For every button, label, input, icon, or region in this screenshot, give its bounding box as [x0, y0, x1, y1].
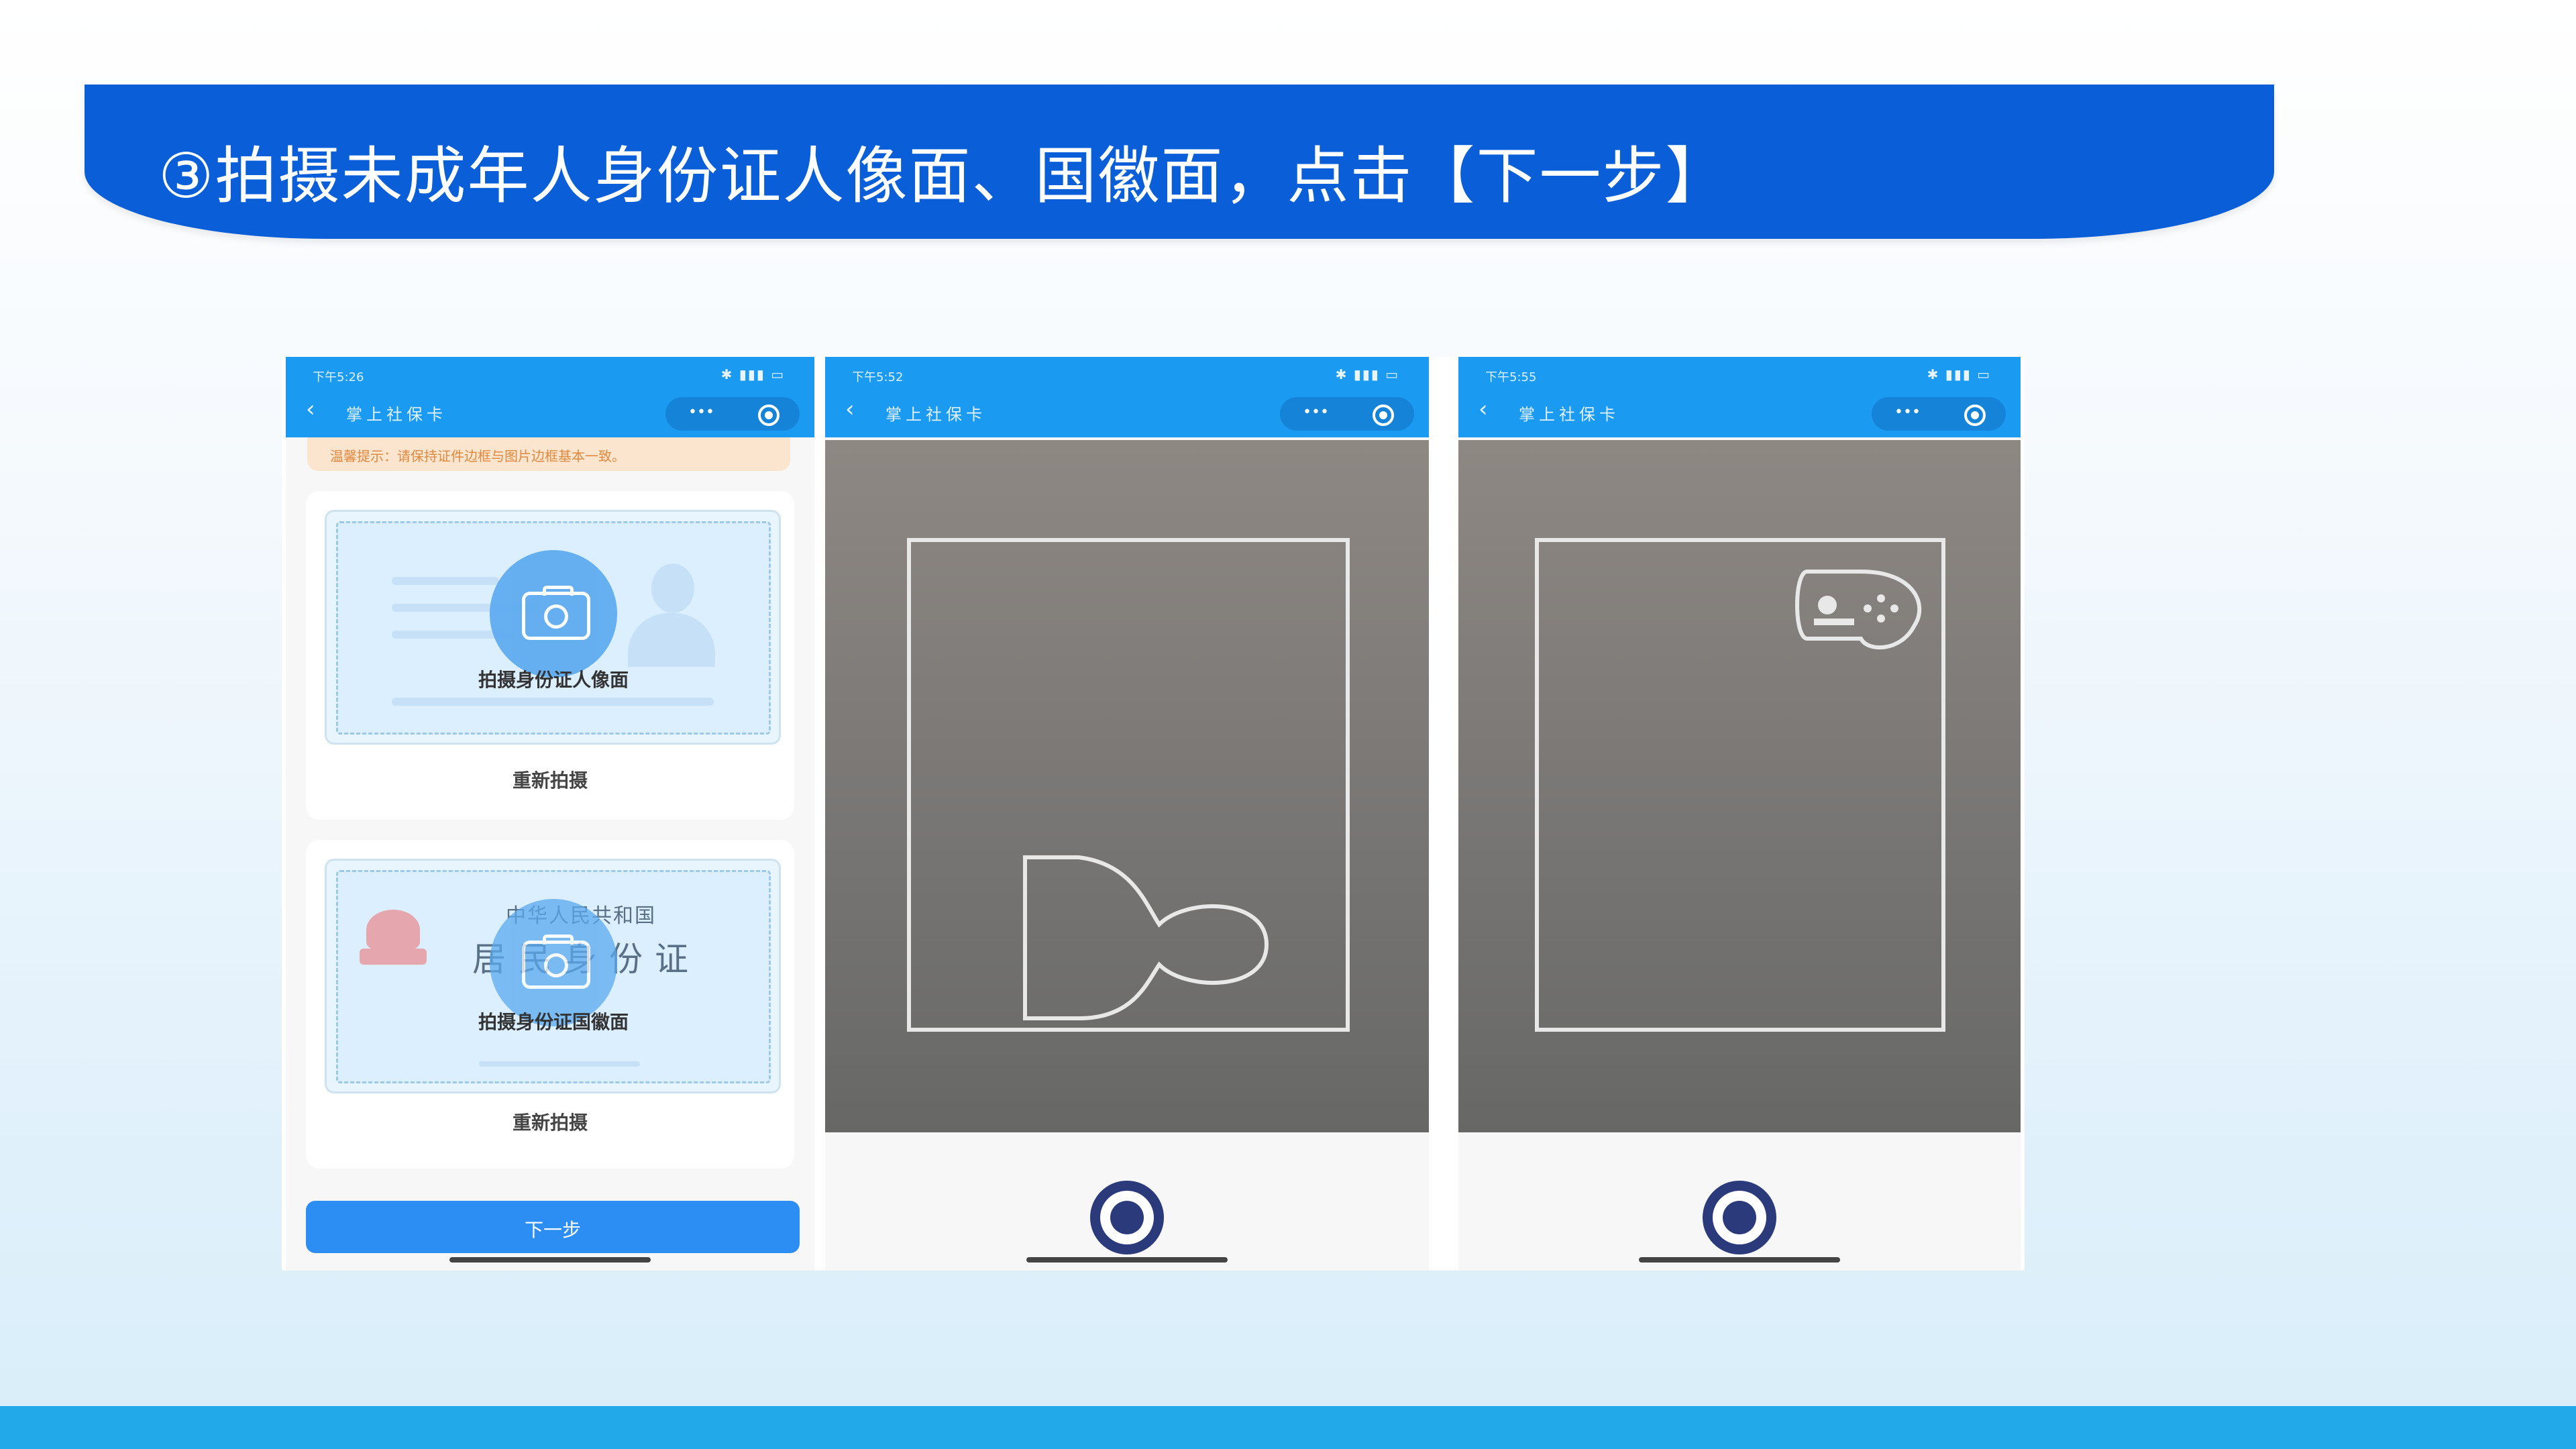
target-icon[interactable] — [1964, 405, 1986, 426]
emblem-caption: 拍摄身份证国徽面 — [478, 1011, 629, 1033]
portrait-caption: 拍摄身份证人像面 — [478, 669, 629, 691]
status-icons: ✱ ▮▮▮ ▭ — [1335, 366, 1399, 382]
mini-program-capsule[interactable]: ••• — [1872, 397, 2006, 431]
phone-screen-camera-portrait: 下午5:52 ✱ ▮▮▮ ▭ ‹ 掌上社保卡 ••• — [825, 357, 1429, 1271]
status-time: 下午5:52 — [852, 370, 904, 384]
tip-text: 温馨提示：请保持证件边框与图片边框基本一致。 — [330, 448, 625, 464]
mini-program-capsule[interactable]: ••• — [665, 397, 800, 431]
tip-banner: 温馨提示：请保持证件边框与图片边框基本一致。 — [307, 437, 790, 471]
nav-title: 掌上社保卡 — [1519, 405, 1619, 424]
more-icon[interactable]: ••• — [688, 404, 714, 421]
status-time: 下午5:26 — [313, 370, 364, 384]
person-outline-icon — [1023, 855, 1269, 1020]
status-icons: ✱ ▮▮▮ ▭ — [1927, 366, 1991, 382]
home-indicator — [449, 1257, 651, 1263]
person-head — [651, 564, 694, 613]
id-card-guide-frame — [1535, 538, 1945, 1032]
mini-program-capsule[interactable]: ••• — [1280, 397, 1414, 431]
portrait-upload-area[interactable]: 拍摄身份证人像面 — [325, 510, 781, 745]
nav-title: 掌上社保卡 — [885, 405, 986, 424]
status-bar: 下午5:55 ✱ ▮▮▮ ▭ ‹ 掌上社保卡 ••• — [1458, 357, 2021, 437]
emblem-placeholder: 中华人民共和国 居民身份证 拍摄身份证国徽面 — [336, 870, 771, 1083]
portrait-placeholder: 拍摄身份证人像面 — [336, 521, 771, 735]
camera-glyph — [522, 934, 590, 989]
camera-glyph — [522, 586, 590, 640]
placeholder-line — [479, 1061, 640, 1067]
phone-screen-upload-form: 下午5:26 ✱ ▮▮▮ ▭ ‹ 掌上社保卡 ••• 温馨提示：请保持证件边框与… — [286, 357, 814, 1271]
next-step-button[interactable]: 下一步 — [306, 1201, 800, 1253]
placeholder-line — [392, 698, 714, 706]
bottom-accent-bar — [0, 1406, 2576, 1449]
more-icon[interactable]: ••• — [1303, 404, 1329, 421]
emblem-top — [366, 910, 420, 950]
placeholder-line — [392, 577, 499, 585]
back-icon[interactable]: ‹ — [1479, 396, 1488, 423]
camera-viewfinder — [1458, 440, 2021, 1132]
emblem-card: 中华人民共和国 居民身份证 拍摄身份证国徽面 重新拍摄 — [306, 840, 794, 1169]
status-icons: ✱ ▮▮▮ ▭ — [720, 366, 785, 382]
camera-icon[interactable] — [490, 550, 617, 678]
back-icon[interactable]: ‹ — [845, 396, 855, 423]
camera-viewfinder — [825, 440, 1429, 1132]
nav-title: 掌上社保卡 — [346, 405, 447, 424]
back-icon[interactable]: ‹ — [306, 396, 315, 423]
status-bar: 下午5:52 ✱ ▮▮▮ ▭ ‹ 掌上社保卡 ••• — [825, 357, 1429, 437]
person-silhouette-icon — [628, 564, 715, 667]
portrait-card: 拍摄身份证人像面 重新拍摄 — [306, 491, 794, 820]
target-icon[interactable] — [758, 405, 780, 426]
emblem-base — [360, 949, 427, 965]
status-bar: 下午5:26 ✱ ▮▮▮ ▭ ‹ 掌上社保卡 ••• — [286, 357, 814, 437]
home-indicator — [1026, 1257, 1228, 1263]
shutter-button-icon[interactable] — [1703, 1181, 1776, 1254]
retake-portrait-button[interactable]: 重新拍摄 — [306, 766, 794, 793]
emblem-upload-area[interactable]: 中华人民共和国 居民身份证 拍摄身份证国徽面 — [325, 859, 781, 1093]
next-step-label: 下一步 — [524, 1219, 581, 1241]
more-icon[interactable]: ••• — [1894, 404, 1921, 421]
national-emblem-icon — [360, 910, 427, 970]
title-banner: ③拍摄未成年人身份证人像面、国徽面，点击【下一步】 — [85, 85, 2274, 239]
screenshots-panel: 下午5:26 ✱ ▮▮▮ ▭ ‹ 掌上社保卡 ••• 温馨提示：请保持证件边框与… — [282, 357, 2025, 1271]
national-emblem-outline-icon — [1795, 570, 1922, 649]
home-indicator — [1639, 1257, 1840, 1263]
phone-screen-camera-emblem: 下午5:55 ✱ ▮▮▮ ▭ ‹ 掌上社保卡 ••• — [1458, 357, 2021, 1271]
status-time: 下午5:55 — [1485, 370, 1537, 384]
id-card-guide-frame — [907, 538, 1350, 1032]
retake-emblem-button[interactable]: 重新拍摄 — [306, 1108, 794, 1135]
banner-title: ③拍摄未成年人身份证人像面、国徽面，点击【下一步】 — [158, 140, 1729, 212]
shutter-button-icon[interactable] — [1090, 1181, 1164, 1254]
target-icon[interactable] — [1373, 405, 1394, 426]
person-body — [628, 613, 715, 667]
